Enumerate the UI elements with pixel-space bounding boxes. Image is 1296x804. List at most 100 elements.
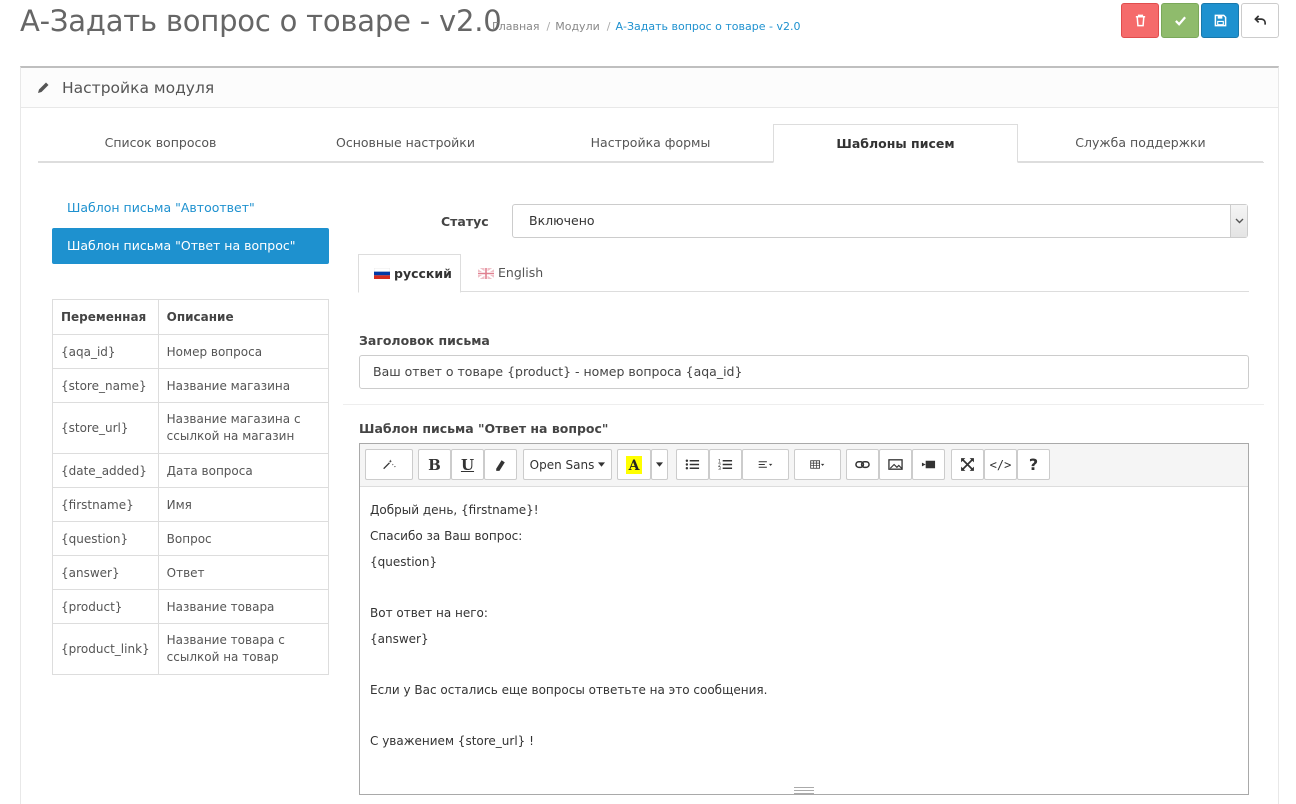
variables-table: Переменная Описание {aqa_id} Номер вопрос… — [52, 299, 330, 675]
color-dropdown-button[interactable] — [651, 449, 668, 480]
table-row: {date_added} Дата вопроса — [52, 453, 330, 488]
text-color-button[interactable]: A — [617, 449, 651, 480]
tab-language-russian[interactable]: русский — [358, 254, 461, 293]
variable-cell: {aqa_id} — [52, 334, 159, 369]
tab-email-templates[interactable]: Шаблоны писем — [773, 124, 1018, 163]
main-tabs: Список вопросов Основные настройки Настр… — [38, 124, 1264, 163]
back-button[interactable] — [1241, 3, 1279, 38]
style-button[interactable] — [365, 449, 413, 480]
description-cell: Вопрос — [157, 521, 330, 556]
editor-line: С уважением {store_url} ! — [370, 734, 534, 748]
uk-flag-icon — [478, 267, 494, 279]
column-header-variable: Переменная — [52, 299, 159, 335]
svg-text:A: A — [628, 458, 641, 474]
font-family-select[interactable]: Open Sans — [523, 449, 612, 480]
tab-language-label: русский — [394, 265, 452, 281]
eraser-icon — [496, 460, 505, 471]
image-button[interactable] — [879, 449, 912, 480]
template-answer-item[interactable]: Шаблон письма "Ответ на вопрос" — [52, 228, 329, 264]
subject-label: Заголовок письма — [359, 333, 490, 348]
floppy-icon — [1214, 14, 1226, 27]
magic-wand-icon — [382, 459, 396, 470]
caret-down-icon — [598, 462, 606, 467]
delete-button[interactable] — [1121, 3, 1159, 38]
editor-line: {answer} — [370, 632, 429, 646]
table-header-row: Переменная Описание — [52, 299, 330, 335]
editor-blank-line — [370, 575, 1238, 600]
bullet-list-icon — [685, 459, 700, 470]
reply-icon — [1253, 15, 1266, 25]
header-toolbar — [1121, 3, 1279, 38]
subject-input[interactable]: Ваш ответ о товаре {product} - номер воп… — [359, 355, 1249, 389]
help-button[interactable]: ? — [1017, 449, 1050, 480]
table-row: {product} Название товара — [52, 589, 330, 624]
template-editor: B U Open Sans A 123 </> ? Добрый день, {… — [359, 443, 1249, 795]
link-button[interactable] — [846, 449, 879, 480]
numbered-list-button[interactable]: 123 — [709, 449, 742, 480]
variable-cell: {question} — [52, 521, 159, 556]
font-family-value: Open Sans — [529, 457, 595, 472]
table-row: {product_link} Название товара с ссылкой … — [52, 623, 330, 675]
editor-blank-line — [370, 703, 1238, 728]
table-icon — [810, 460, 825, 469]
svg-text:3: 3 — [718, 466, 721, 472]
table-row: {question} Вопрос — [52, 521, 330, 556]
tab-language-label: English — [498, 265, 544, 280]
breadcrumb-separator: / — [606, 20, 611, 33]
video-icon — [921, 460, 936, 469]
column-header-description: Описание — [157, 299, 330, 335]
paragraph-align-button[interactable] — [742, 449, 789, 480]
template-label: Шаблон письма "Ответ на вопрос" — [359, 421, 609, 436]
fullscreen-button[interactable] — [951, 449, 984, 480]
description-cell: Дата вопроса — [157, 453, 330, 488]
tab-support[interactable]: Служба поддержки — [1018, 124, 1263, 162]
module-settings-panel: Настройка модуля Список вопросов Основны… — [20, 66, 1279, 804]
underline-button[interactable]: U — [451, 449, 484, 480]
variable-cell: {firstname} — [52, 487, 159, 522]
editor-line: Добрый день, {firstname}! — [370, 503, 539, 517]
description-cell: Имя — [157, 487, 330, 522]
bold-button[interactable]: B — [418, 449, 451, 480]
breadcrumb-separator: / — [546, 20, 551, 33]
description-cell: Ответ — [157, 555, 330, 590]
language-tabs: русский English — [358, 254, 1249, 293]
breadcrumb-modules[interactable]: Модули — [555, 20, 600, 33]
template-autoreply-link[interactable]: Шаблон письма "Автоответ" — [67, 200, 255, 215]
editor-line: {question} — [370, 555, 438, 569]
variable-cell: {product} — [52, 589, 159, 624]
caret-down-icon — [656, 462, 663, 467]
table-row: {store_name} Название магазина — [52, 368, 330, 403]
description-cell: Название товара с ссылкой на товар — [157, 623, 330, 675]
tab-form-settings[interactable]: Настройка формы — [528, 124, 773, 162]
editor-resize-handle[interactable] — [794, 787, 814, 794]
table-row: {aqa_id} Номер вопроса — [52, 334, 330, 369]
status-value: Включено — [529, 213, 595, 228]
breadcrumb-home[interactable]: Главная — [492, 20, 540, 33]
save-button[interactable] — [1201, 3, 1239, 38]
variable-cell: {store_name} — [52, 368, 159, 403]
video-button[interactable] — [912, 449, 945, 480]
image-icon — [888, 459, 903, 470]
page-title: А-Задать вопрос о товаре - v2.0 — [20, 4, 502, 38]
save-stay-button[interactable] — [1161, 3, 1199, 38]
chevron-down-icon[interactable] — [1230, 205, 1247, 237]
code-view-button[interactable]: </> — [984, 449, 1017, 480]
bullet-list-button[interactable] — [676, 449, 709, 480]
trash-icon — [1135, 14, 1145, 27]
tab-language-english[interactable]: English — [478, 254, 543, 292]
eraser-button[interactable] — [484, 449, 517, 480]
highlight-color-icon: A — [626, 455, 642, 474]
status-select[interactable]: Включено — [512, 204, 1248, 238]
tab-questions-list[interactable]: Список вопросов — [38, 124, 283, 162]
tab-main-settings[interactable]: Основные настройки — [283, 124, 528, 162]
description-cell: Название магазина — [157, 368, 330, 403]
editor-content[interactable]: Добрый день, {firstname}! Спасибо за Ваш… — [360, 487, 1248, 764]
divider — [343, 404, 1264, 405]
table-button[interactable] — [794, 449, 841, 480]
breadcrumb-current[interactable]: А-Задать вопрос о товаре - v2.0 — [615, 20, 800, 33]
editor-blank-line — [370, 652, 1238, 677]
table-row: {answer} Ответ — [52, 555, 330, 590]
editor-line: Вот ответ на него: — [370, 606, 488, 620]
editor-line: Если у Вас остались еще вопросы ответьте… — [370, 683, 768, 697]
pencil-icon — [38, 82, 49, 93]
